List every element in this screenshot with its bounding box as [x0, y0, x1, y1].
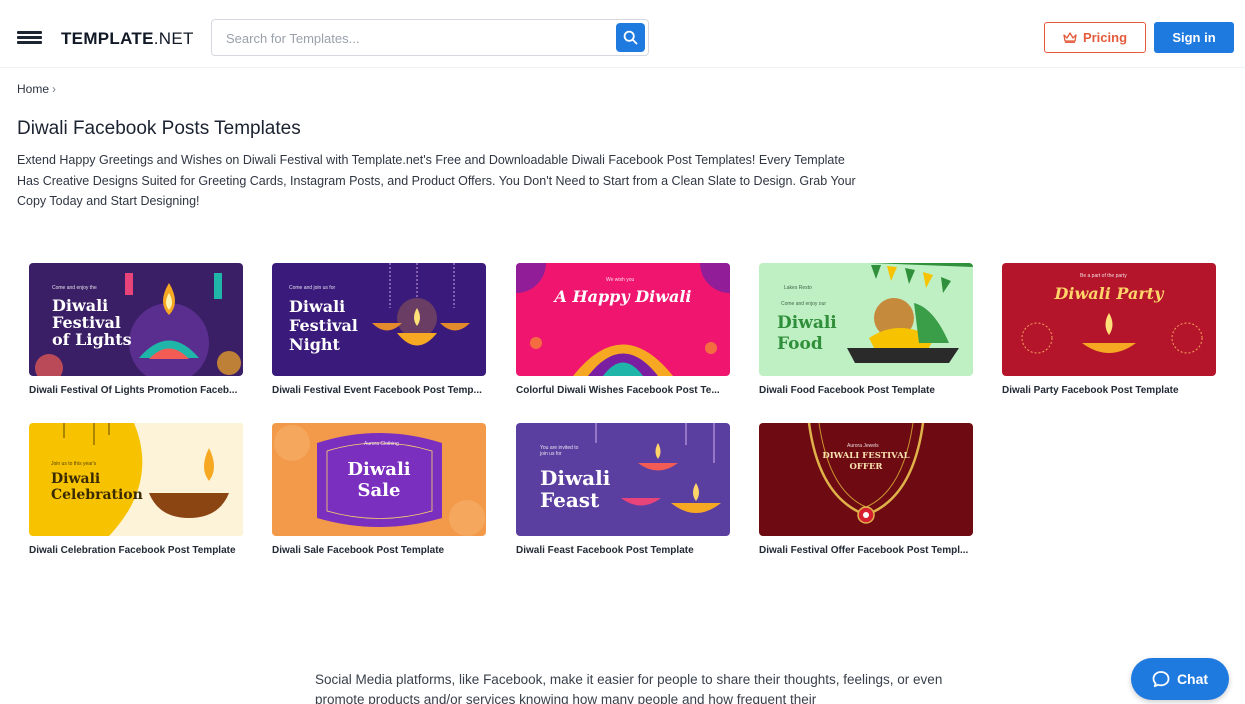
thumbnail-title: A Happy Diwali [554, 287, 692, 306]
thumbnail-subtitle: We wish you [606, 277, 635, 283]
template-title[interactable]: Diwali Festival Offer Facebook Post Temp… [759, 545, 973, 556]
thumbnail-subtitle: Aurora Clothing [364, 441, 399, 447]
template-thumbnail[interactable]: Aurora Jewels DIWALI FESTIVAL OFFER [759, 423, 973, 536]
search-button[interactable] [616, 23, 645, 52]
breadcrumb-home-link[interactable]: Home [17, 82, 49, 96]
thumbnail-subtitle: Lakes Resto [784, 285, 812, 291]
page-title: Diwali Facebook Posts Templates [17, 118, 301, 139]
thumbnail-subtitle: Be a part of the party [1080, 273, 1127, 279]
breadcrumb-separator: › [52, 82, 57, 96]
page-intro: Extend Happy Greetings and Wishes on Diw… [17, 153, 856, 208]
thumbnail-title: Diwali Food [777, 313, 837, 354]
chat-bubble-icon [1152, 671, 1170, 688]
pricing-button[interactable]: Pricing [1044, 22, 1146, 53]
thumbnail-subtitle: You are invited to join us for [540, 445, 579, 457]
site-logo[interactable]: TEMPLATE.NET [61, 29, 194, 49]
thumbnail-art [1021, 313, 1203, 354]
template-thumbnail[interactable]: Come and enjoy the Diwali Festival of Li… [29, 263, 243, 376]
template-thumbnail[interactable]: Join us to this year's Diwali Celebratio… [29, 423, 243, 536]
search-icon [623, 30, 638, 45]
thumbnail-title: DIWALI FESTIVAL OFFER [822, 451, 910, 472]
logo-bold-text: TEMPLATE [61, 29, 154, 48]
chat-label: Chat [1176, 671, 1209, 687]
template-card[interactable]: Be a part of the party Diwali Party Diwa… [1002, 263, 1216, 396]
template-title[interactable]: Diwali Food Facebook Post Template [759, 385, 973, 396]
chat-button[interactable]: Chat [1131, 658, 1229, 700]
sign-in-label: Sign in [1172, 30, 1216, 45]
template-thumbnail[interactable]: Come and join us for Diwali Festival Nig… [272, 263, 486, 376]
thumbnail-subtitle: Aurora Jewels [847, 443, 879, 449]
thumbnail-title: Diwali Festival Night [289, 297, 358, 354]
thumbnail-title: Diwali Sale [347, 459, 411, 501]
search-bar [211, 19, 649, 56]
thumbnail-subtitle: Come and join us for [289, 285, 336, 291]
template-card[interactable]: We wish you A Happy Diwali Colorful Diwa… [516, 263, 730, 396]
template-card[interactable]: You are invited to join us for Diwali Fe… [516, 423, 730, 556]
template-thumbnail[interactable]: You are invited to join us for Diwali Fe… [516, 423, 730, 536]
site-header: TEMPLATE.NET Pricing Sign in [0, 0, 1245, 68]
template-title[interactable]: Colorful Diwali Wishes Facebook Post Te.… [516, 385, 730, 396]
sign-in-button[interactable]: Sign in [1154, 22, 1234, 53]
thumbnail-title: Diwali Feast [540, 466, 611, 512]
template-thumbnail[interactable]: Aurora Clothing Diwali Sale [272, 423, 486, 536]
seo-description: Social Media platforms, like Facebook, m… [315, 672, 943, 704]
pricing-label: Pricing [1082, 30, 1128, 45]
thumbnail-title: Diwali Festival of Lights [52, 296, 132, 349]
template-title[interactable]: Diwali Feast Facebook Post Template [516, 545, 730, 556]
template-title[interactable]: Diwali Festival Event Facebook Post Temp… [272, 385, 486, 396]
thumbnail-title: Diwali Party [1054, 284, 1164, 303]
thumbnail-subtitle: Come and enjoy the [52, 285, 97, 291]
logo-light-text: .NET [153, 29, 194, 48]
template-thumbnail[interactable]: Lakes Resto Come and enjoy our Diwali Fo… [759, 263, 973, 376]
template-card[interactable]: Aurora Jewels DIWALI FESTIVAL OFFER Diwa… [759, 423, 973, 556]
template-card[interactable]: Lakes Resto Come and enjoy our Diwali Fo… [759, 263, 973, 396]
thumbnail-title: Diwali Celebration [51, 471, 143, 503]
template-card[interactable]: Come and enjoy the Diwali Festival of Li… [29, 263, 243, 396]
template-title[interactable]: Diwali Festival Of Lights Promotion Face… [29, 385, 243, 396]
crown-icon [1063, 32, 1077, 43]
template-title[interactable]: Diwali Celebration Facebook Post Templat… [29, 545, 243, 556]
template-card[interactable]: Come and join us for Diwali Festival Nig… [272, 263, 486, 396]
template-card[interactable]: Aurora Clothing Diwali Sale Diwali Sale … [272, 423, 486, 556]
thumbnail-subtitle: Come and enjoy our [781, 301, 827, 307]
template-title[interactable]: Diwali Party Facebook Post Template [1002, 385, 1216, 396]
thumbnail-subtitle: Join us to this year's [51, 461, 97, 467]
search-input[interactable] [226, 28, 606, 48]
breadcrumb: Home › [17, 82, 56, 96]
template-title[interactable]: Diwali Sale Facebook Post Template [272, 545, 486, 556]
menu-icon[interactable] [17, 31, 42, 45]
thumbnail-art [807, 423, 925, 524]
template-thumbnail[interactable]: Be a part of the party Diwali Party [1002, 263, 1216, 376]
template-card[interactable]: Join us to this year's Diwali Celebratio… [29, 423, 243, 556]
template-thumbnail[interactable]: We wish you A Happy Diwali [516, 263, 730, 376]
